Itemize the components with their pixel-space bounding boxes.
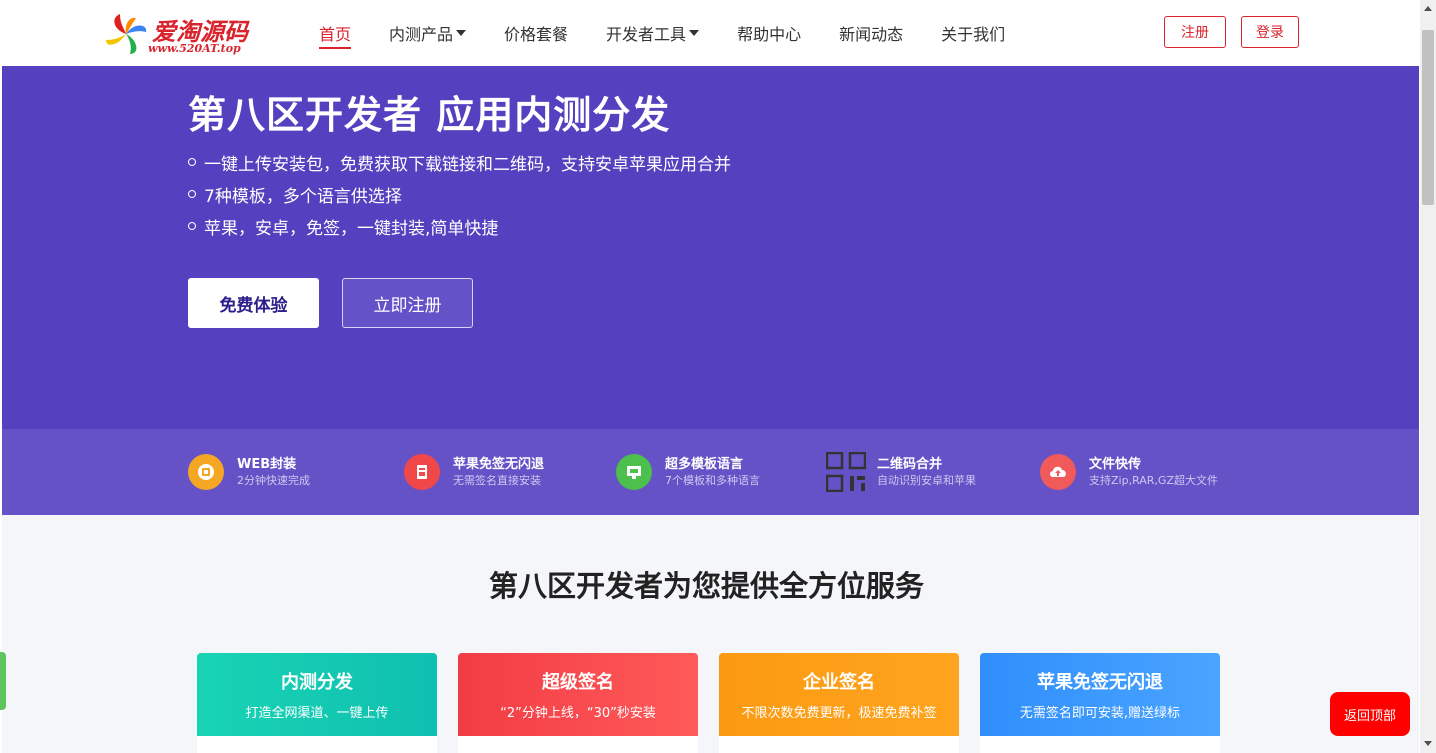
site-header: 爱淘源码 www.520AT.top 首页 内测产品 价格套餐 开发者工具 帮助中心 新闻… [0, 0, 1420, 66]
feature-strip: WEB封装 2分钟快速完成 苹果免签无闪退 无需签名直接安装 超多模板语言 7个… [2, 429, 1419, 515]
feature-title: 二维码合并 [877, 456, 943, 472]
nav-item-label: 内测产品 [389, 25, 454, 44]
nav-item-label: 关于我们 [941, 25, 1006, 44]
bullet-circle-icon [188, 158, 196, 166]
feature-subtitle: 自动识别安卓和苹果 [877, 473, 976, 487]
side-float-tab[interactable] [0, 652, 6, 710]
services-section: 第八区开发者为您提供全方位服务 内测分发 打造全网渠道、一键上传 超级签名 “2… [2, 515, 1419, 753]
feature-qrcode[interactable]: 二维码合并 自动识别安卓和苹果 [825, 429, 976, 515]
nav-item[interactable]: 内测产品 [370, 0, 485, 66]
scroll-down-arrow-icon[interactable] [1424, 741, 1432, 746]
service-card-body [458, 736, 698, 753]
service-card-header: 超级签名 “2”分钟上线，“30”秒安装 [458, 653, 698, 736]
feature-subtitle: 2分钟快速完成 [237, 473, 310, 487]
back-to-top-button[interactable]: 返回顶部 [1330, 692, 1410, 736]
service-card-subtitle: 打造全网渠道、一键上传 [245, 706, 389, 721]
service-card-header: 内测分发 打造全网渠道、一键上传 [197, 653, 437, 736]
hero-bullet: 一键上传安装包，免费获取下载链接和二维码，支持安卓苹果应用合并 [188, 146, 731, 178]
services-title: 第八区开发者为您提供全方位服务 [488, 569, 924, 603]
service-card-title: 苹果免签无闪退 [1037, 672, 1163, 693]
nav-item[interactable]: 价格套餐 [485, 0, 587, 66]
feature-title: WEB封装 [237, 456, 297, 472]
hero-title: 第八区开发者 应用内测分发 [188, 93, 671, 137]
hero-bullet-text: 苹果，安卓，免签，一键封装,简单快捷 [204, 218, 499, 239]
cloud-upload-icon [1040, 454, 1076, 490]
service-card-enterprise-sign[interactable]: 企业签名 不限次数免费更新，极速免费补签 [719, 653, 959, 753]
template-icon [616, 454, 652, 490]
service-card-subtitle: 无需签名即可安装,赠送绿标 [1019, 706, 1181, 721]
nav-item[interactable]: 首页 [300, 0, 370, 66]
nav-item[interactable]: 开发者工具 [587, 0, 718, 66]
service-card-body [980, 736, 1220, 753]
nav-item-label: 价格套餐 [504, 25, 569, 44]
feature-subtitle: 支持Zip,RAR,GZ超大文件 [1089, 473, 1218, 487]
scrollbar-thumb[interactable] [1422, 30, 1434, 205]
nav-item-label: 新闻动态 [839, 25, 904, 44]
service-card-header: 苹果免签无闪退 无需签名即可安装,赠送绿标 [980, 653, 1220, 736]
service-card-super-sign[interactable]: 超级签名 “2”分钟上线，“30”秒安装 [458, 653, 698, 753]
service-card-body [719, 736, 959, 753]
bullet-circle-icon [188, 222, 196, 230]
scroll-up-arrow-icon[interactable] [1424, 6, 1432, 11]
nav-item[interactable]: 新闻动态 [820, 0, 922, 66]
feature-templates[interactable]: 超多模板语言 7个模板和多种语言 [616, 429, 760, 515]
qrcode-icon [825, 451, 867, 493]
register-button[interactable]: 注册 [1164, 16, 1226, 48]
hero-bullet: 苹果，安卓，免签，一键封装,简单快捷 [188, 210, 731, 242]
service-card-subtitle: “2”分钟上线，“30”秒安装 [500, 706, 656, 721]
hero-bullets: 一键上传安装包，免费获取下载链接和二维码，支持安卓苹果应用合并 7种模板，多个语… [188, 146, 731, 242]
service-card-subtitle: 不限次数免费更新，极速免费补签 [741, 706, 937, 721]
feature-title: 文件快传 [1089, 456, 1142, 472]
hero-bullet-text: 7种模板，多个语言供选择 [204, 186, 402, 207]
service-card-title: 企业签名 [803, 672, 875, 693]
login-button[interactable]: 登录 [1241, 16, 1299, 48]
service-card-apple-nosign[interactable]: 苹果免签无闪退 无需签名即可安装,赠送绿标 [980, 653, 1220, 753]
main-nav: 首页 内测产品 价格套餐 开发者工具 帮助中心 新闻动态 关于我们 [300, 0, 1024, 66]
feature-apple-nosign[interactable]: 苹果免签无闪退 无需签名直接安装 [404, 429, 544, 515]
nav-item-label: 帮助中心 [737, 25, 802, 44]
service-card-header: 企业签名 不限次数免费更新，极速免费补签 [719, 653, 959, 736]
service-card-title: 内测分发 [281, 672, 353, 693]
hero-banner: 第八区开发者 应用内测分发 一键上传安装包，免费获取下载链接和二维码，支持安卓苹… [2, 66, 1419, 429]
hero-bullet-text: 一键上传安装包，免费获取下载链接和二维码，支持安卓苹果应用合并 [204, 154, 731, 175]
vertical-scrollbar[interactable] [1420, 0, 1436, 753]
feature-web-package[interactable]: WEB封装 2分钟快速完成 [188, 429, 310, 515]
register-now-button[interactable]: 立即注册 [342, 278, 473, 328]
feature-file-transfer[interactable]: 文件快传 支持Zip,RAR,GZ超大文件 [1040, 429, 1218, 515]
service-card-title: 超级签名 [542, 672, 614, 693]
nav-item[interactable]: 帮助中心 [718, 0, 820, 66]
nav-item-label: 首页 [319, 25, 352, 44]
free-trial-button[interactable]: 免费体验 [188, 278, 319, 328]
bullet-circle-icon [188, 190, 196, 198]
caret-down-icon [689, 30, 700, 36]
hero-bullet: 7种模板，多个语言供选择 [188, 178, 731, 210]
nav-item[interactable]: 关于我们 [922, 0, 1024, 66]
web-package-icon [188, 454, 224, 490]
logo-url: www.520AT.top [148, 42, 241, 55]
feature-title: 超多模板语言 [665, 456, 744, 472]
feature-title: 苹果免签无闪退 [453, 456, 545, 472]
nav-item-label: 开发者工具 [606, 25, 687, 44]
logo-pinwheel-icon [106, 14, 147, 54]
feature-subtitle: 无需签名直接安装 [453, 473, 541, 487]
service-card-body [197, 736, 437, 753]
service-card-internal-test[interactable]: 内测分发 打造全网渠道、一键上传 [197, 653, 437, 753]
caret-down-icon [456, 30, 467, 36]
feature-subtitle: 7个模板和多种语言 [665, 473, 760, 487]
apple-nosign-icon [404, 454, 440, 490]
